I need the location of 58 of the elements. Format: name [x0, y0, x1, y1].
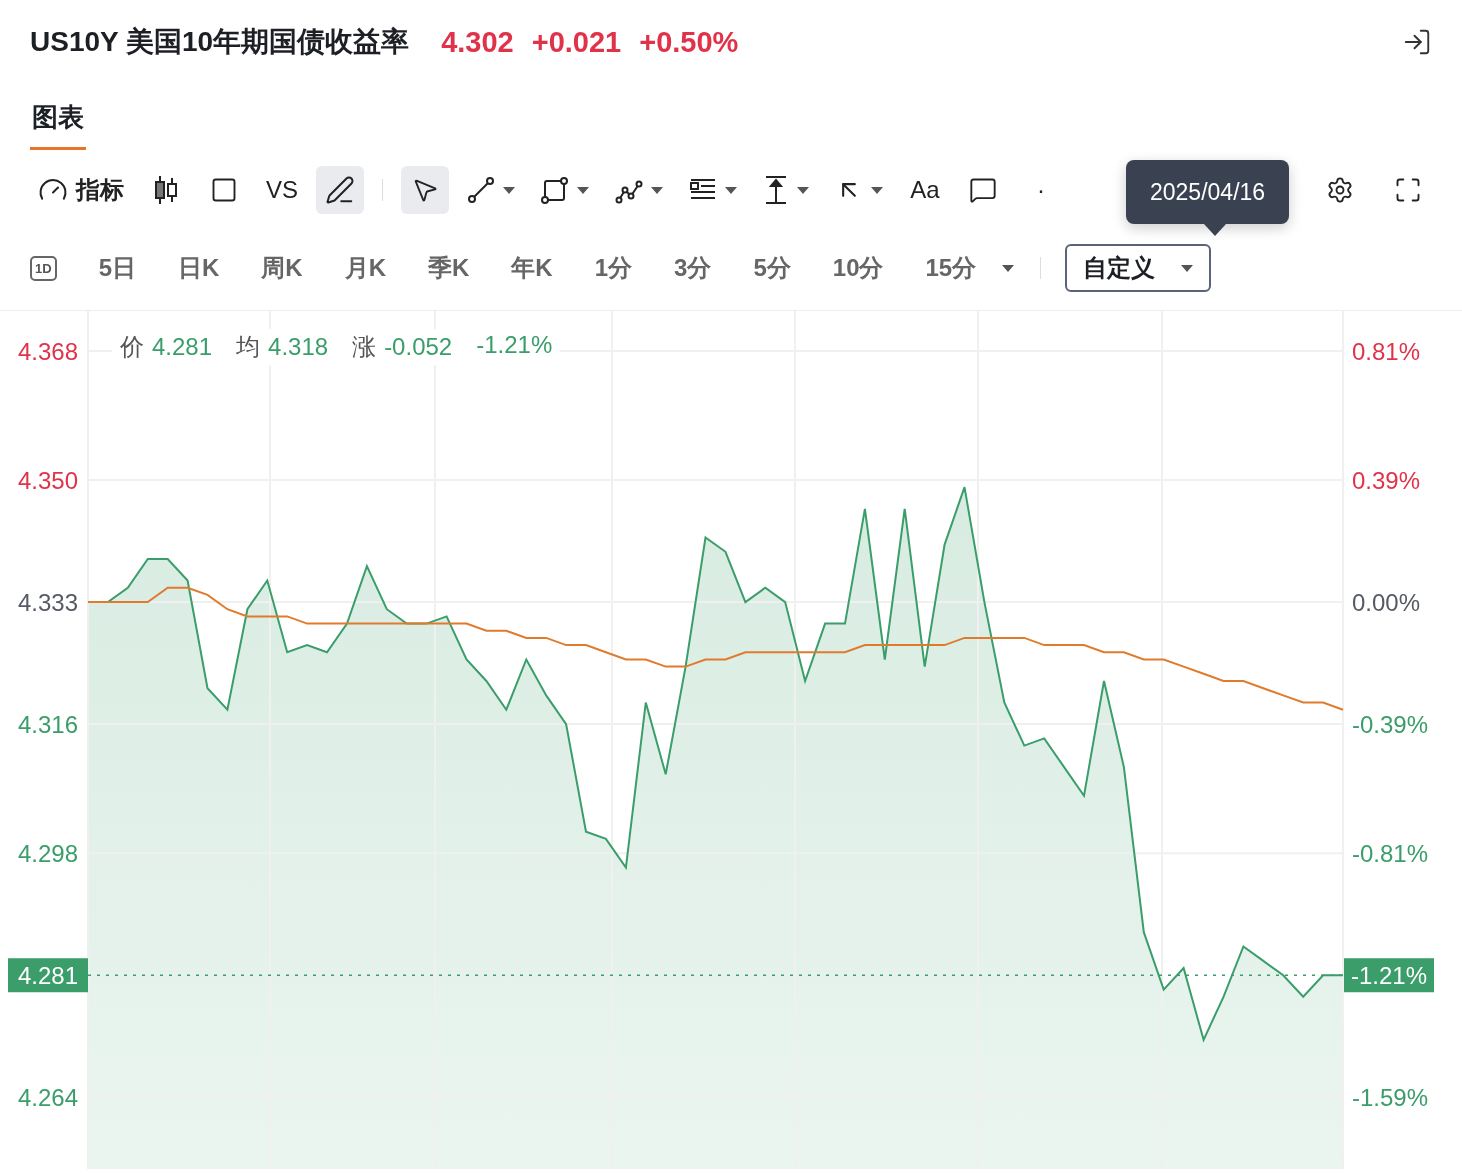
- candlestick-icon: [153, 174, 179, 206]
- axis-label: -0.39%: [1352, 711, 1429, 739]
- period-tab[interactable]: 日K: [178, 244, 220, 292]
- period-tab[interactable]: 5日: [98, 244, 136, 292]
- cursor-button[interactable]: [401, 166, 449, 214]
- axis-label: 4.333: [17, 589, 78, 617]
- caret-icon: [725, 186, 737, 194]
- legend-value: 均 4.318: [236, 332, 329, 362]
- chart-tab[interactable]: 图表: [30, 100, 86, 150]
- pen-button[interactable]: [316, 166, 364, 214]
- period-tab[interactable]: 月K: [344, 244, 386, 292]
- axis-label: 0.00%: [1352, 589, 1421, 617]
- price-change-percent: +0.50%: [639, 25, 739, 59]
- price-change: +0.021: [531, 25, 622, 59]
- square-icon: [210, 176, 238, 204]
- axis-label: -1.59%: [1352, 1084, 1429, 1112]
- tooltip-pointer: [1204, 224, 1226, 236]
- comment-icon: [969, 176, 997, 204]
- price-value: 4.302: [441, 25, 514, 59]
- axis-label: 4.316: [17, 711, 78, 739]
- period-dropdown[interactable]: 自定义: [1065, 244, 1212, 292]
- date-tooltip: 2025/04/16: [1126, 160, 1290, 224]
- caret-icon: [577, 186, 589, 194]
- axis-label: 4.264: [17, 1084, 78, 1112]
- period-tab[interactable]: 5分: [753, 244, 791, 292]
- period-tab[interactable]: 10分: [832, 244, 884, 292]
- axis-label: 0.39%: [1352, 467, 1421, 495]
- caret-icon: [1002, 264, 1015, 272]
- axis-label: -0.81%: [1352, 840, 1429, 868]
- exit-icon[interactable]: [1402, 27, 1432, 57]
- period-tab[interactable]: 年K: [511, 244, 553, 292]
- period-tab[interactable]: 1分: [594, 244, 633, 292]
- caret-icon: [1181, 264, 1194, 272]
- caret-icon: [651, 186, 663, 194]
- legend-value: 涨 -0.052: [352, 332, 453, 362]
- caret-icon: [797, 186, 809, 194]
- measure-icon: [763, 175, 789, 205]
- period-tab[interactable]: 周K: [261, 244, 303, 292]
- compare-button[interactable]: VS: [258, 166, 306, 214]
- period-dropdown[interactable]: 15分: [925, 244, 1015, 292]
- axis-label: 4.298: [17, 840, 78, 868]
- last-change-marker: -1.21%: [1344, 958, 1434, 993]
- line-tool-icon: [467, 176, 495, 204]
- axis-label: 0.81%: [1352, 337, 1421, 365]
- legend-value: 价 4.281: [120, 332, 213, 362]
- period-tab[interactable]: 3分: [674, 244, 712, 292]
- pen-icon: [325, 175, 355, 205]
- tool-button[interactable]: ·: [1017, 166, 1065, 214]
- last-price-marker: 4.281: [8, 958, 88, 993]
- caret-icon: [871, 186, 883, 194]
- caret-icon: [503, 186, 515, 194]
- legend-value: -1.21%: [476, 331, 553, 360]
- axis-label: 4.368: [17, 337, 78, 365]
- symbol-title: US10Y 美国10年期国债收益率: [30, 25, 410, 59]
- period-tab[interactable]: 季K: [428, 244, 470, 292]
- text-tool-button[interactable]: Aa: [901, 166, 949, 214]
- axis-label: 4.350: [17, 467, 78, 495]
- indicator-button[interactable]: 指标: [30, 166, 132, 214]
